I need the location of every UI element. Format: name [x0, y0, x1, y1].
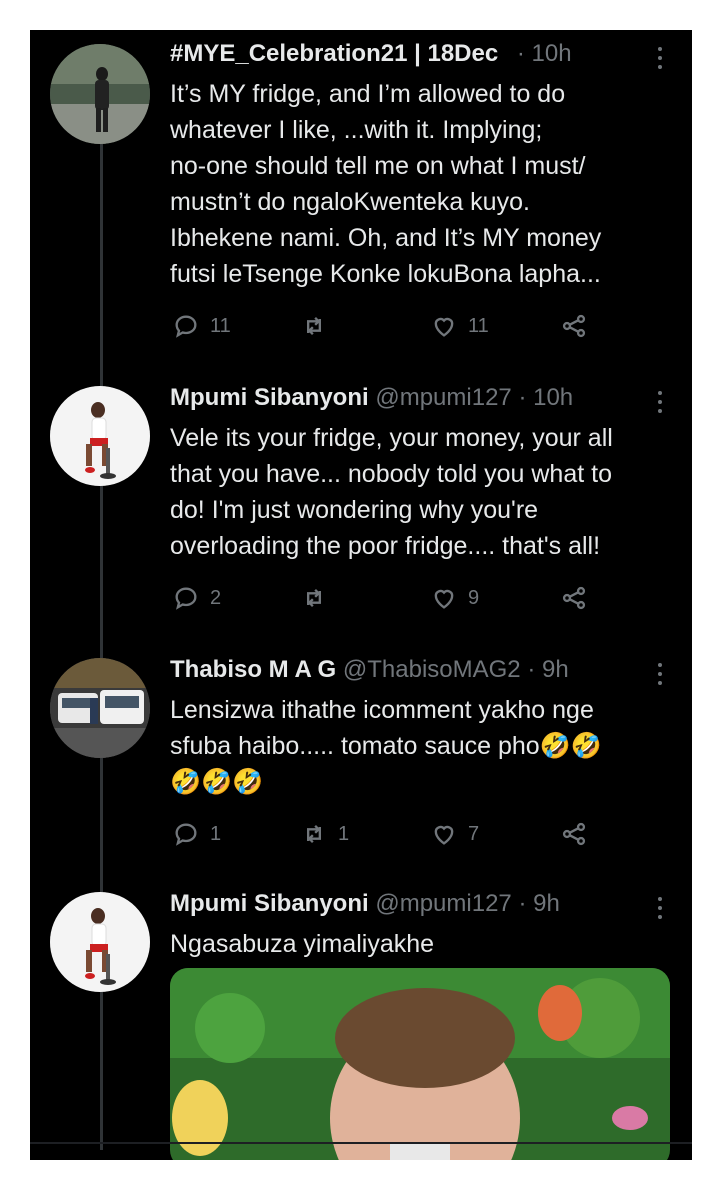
more-icon[interactable]	[650, 388, 670, 416]
retweet-button[interactable]	[300, 312, 338, 340]
timestamp[interactable]: · 10h	[518, 384, 573, 411]
handle[interactable]: @mpumi127	[375, 384, 511, 411]
timestamp[interactable]: · 9h	[518, 890, 559, 917]
handle[interactable]: @ThabisoMAG2	[343, 656, 521, 683]
retweet-icon	[307, 825, 321, 843]
avatar[interactable]	[50, 892, 150, 992]
heart-icon	[434, 589, 454, 609]
display-name[interactable]: Mpumi Sibanyoni	[170, 384, 369, 411]
more-icon[interactable]	[650, 660, 670, 688]
like-button[interactable]: 9	[430, 584, 479, 612]
tweet-media-image[interactable]	[170, 968, 670, 1160]
reply-icon	[175, 587, 197, 610]
heart-icon	[434, 825, 454, 845]
like-count: 7	[468, 822, 480, 845]
tweet-text: Vele its your fridge, your money, your a…	[170, 424, 613, 560]
retweet-count: 1	[338, 822, 350, 845]
avatar[interactable]	[50, 44, 150, 144]
heart-icon	[434, 317, 454, 337]
reply-button[interactable]: 11	[172, 312, 231, 340]
reply-count: 2	[210, 586, 222, 609]
share-icon	[562, 314, 586, 338]
more-icon[interactable]	[650, 44, 670, 72]
display-name[interactable]: Thabiso M A G	[170, 656, 336, 683]
more-icon[interactable]	[650, 894, 670, 922]
timestamp[interactable]: · 9h	[527, 656, 568, 683]
retweet-button[interactable]	[300, 584, 338, 612]
tweet-header: #MYE_Celebration21 | 18Dec · 10h	[170, 40, 670, 76]
share-icon	[562, 822, 586, 846]
reply-count: 11	[210, 314, 231, 337]
timeline-screen: #MYE_Celebration21 | 18Dec · 10h It’s MY…	[30, 30, 692, 1160]
tweet-actions: 1 1 7	[170, 820, 670, 856]
share-button[interactable]	[560, 820, 588, 848]
retweet-icon	[307, 317, 321, 335]
display-name[interactable]: Mpumi Sibanyoni	[170, 890, 369, 917]
reply-button[interactable]: 2	[172, 584, 221, 612]
reply-icon	[175, 315, 197, 338]
retweet-button[interactable]: 1	[300, 820, 349, 848]
reply-button[interactable]: 1	[172, 820, 221, 848]
handle[interactable]: @mpumi127	[375, 890, 511, 917]
tweet-header: Thabiso M A G @ThabisoMAG2 · 9h	[170, 656, 670, 692]
tweet-text: It’s MY fridge, and I’m allowed to do wh…	[170, 80, 602, 288]
tweet-text: Lensizwa ithathe icomment yakho nge sfub…	[170, 696, 602, 796]
share-button[interactable]	[560, 584, 588, 612]
retweet-icon	[307, 589, 321, 607]
share-icon	[562, 586, 586, 610]
timestamp[interactable]: · 10h	[517, 40, 572, 67]
tweet-actions: 11 11	[170, 312, 670, 348]
display-name[interactable]: #MYE_Celebration21 | 18Dec	[170, 40, 498, 67]
like-count: 11	[468, 314, 489, 337]
reply-icon	[175, 823, 197, 846]
like-button[interactable]: 7	[430, 820, 479, 848]
share-button[interactable]	[560, 312, 588, 340]
bottom-divider	[30, 1142, 692, 1144]
avatar[interactable]	[50, 386, 150, 486]
avatar[interactable]	[50, 658, 150, 758]
like-count: 9	[468, 586, 480, 609]
tweet-actions: 2 9	[170, 584, 670, 620]
tweet-header: Mpumi Sibanyoni @mpumi127 · 9h	[170, 890, 670, 926]
like-button[interactable]: 11	[430, 312, 489, 340]
tweet-header: Mpumi Sibanyoni @mpumi127 · 10h	[170, 384, 670, 420]
tweet-text: Ngasabuza yimaliyakhe	[170, 930, 435, 958]
reply-count: 1	[210, 822, 222, 845]
